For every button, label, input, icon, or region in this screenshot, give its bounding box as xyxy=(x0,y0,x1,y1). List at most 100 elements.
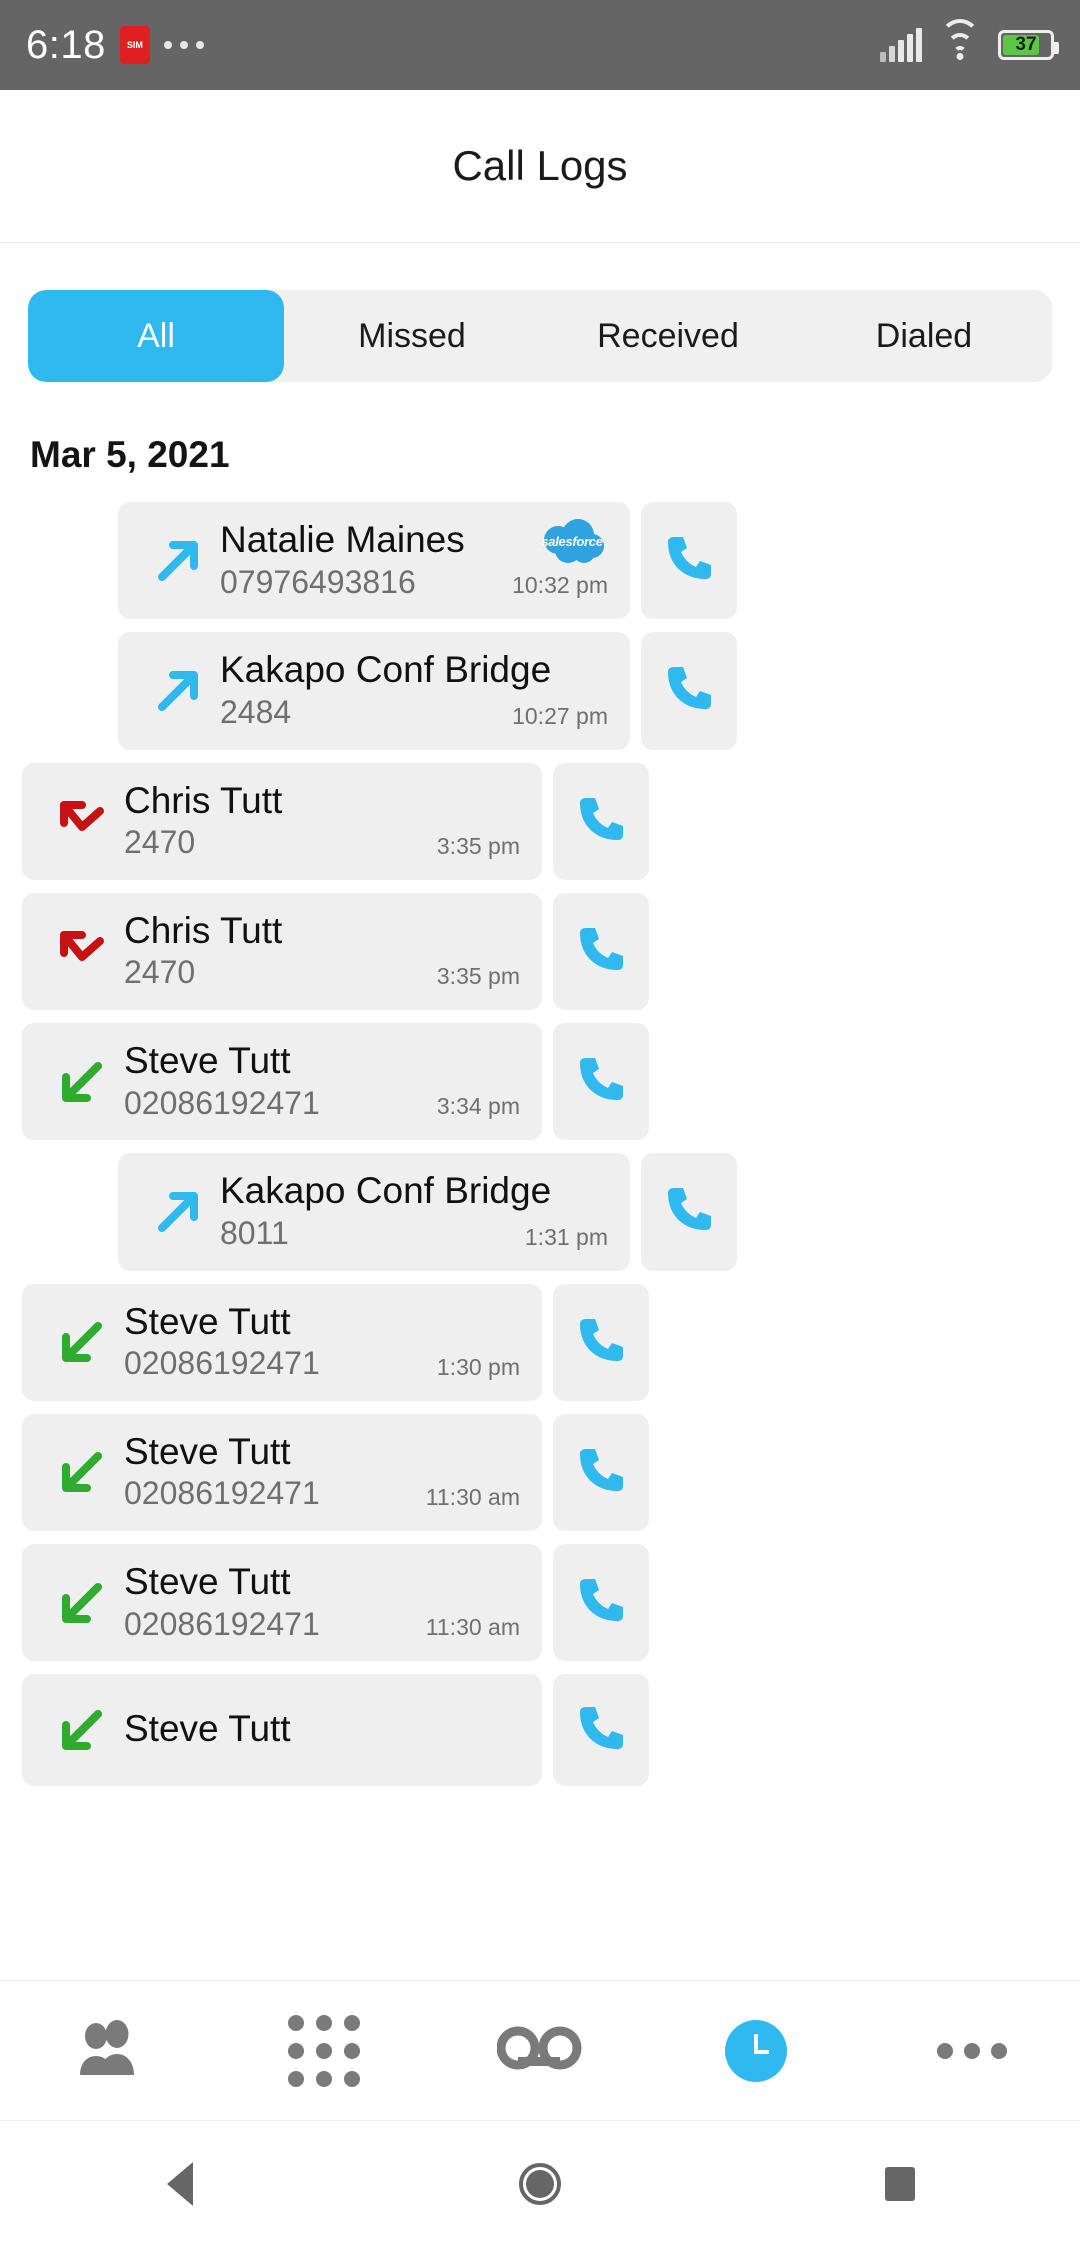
phone-number: 02086192471 xyxy=(124,1475,320,1512)
incoming-call-arrow-icon xyxy=(46,1310,118,1374)
call-entry-card[interactable]: Steve Tutt 02086192471 11:30 am xyxy=(22,1413,542,1531)
call-entry-meta: 2470 3:35 pm xyxy=(124,822,520,864)
phone-icon xyxy=(661,660,717,721)
call-entry-info: Steve Tutt 02086192471 1:30 pm xyxy=(118,1300,520,1385)
call-entry-card[interactable]: Kakapo Conf Bridge 8011 1:31 pm xyxy=(118,1153,630,1271)
incoming-call-arrow-icon xyxy=(46,1571,118,1635)
phone-icon xyxy=(573,791,629,852)
call-back-button[interactable] xyxy=(553,1544,649,1662)
call-time: 3:34 pm xyxy=(436,1093,520,1120)
nav-contacts[interactable] xyxy=(0,1981,216,2121)
phone-number: 2470 xyxy=(124,824,196,861)
call-entry-card[interactable]: Chris Tutt 2470 3:35 pm xyxy=(22,762,542,880)
contact-name: Kakapo Conf Bridge xyxy=(220,1170,552,1212)
outgoing-call-arrow-icon xyxy=(142,529,214,593)
call-entry-meta: 02086192471 3:34 pm xyxy=(124,1083,520,1125)
call-log-row[interactable]: Steve Tutt 02086192471 3:34 pm xyxy=(0,1023,1080,1141)
phone-number: 02086192471 xyxy=(124,1084,320,1121)
call-back-button[interactable] xyxy=(553,1674,649,1787)
nav-voicemail[interactable] xyxy=(432,1981,648,2121)
call-entry-card[interactable]: Steve Tutt 02086192471 3:34 pm xyxy=(22,1023,542,1141)
call-entry-info: Kakapo Conf Bridge 2484 10:27 pm xyxy=(214,648,608,733)
call-log-row[interactable]: Steve Tutt 02086192471 1:30 pm xyxy=(0,1283,1080,1401)
contact-name: Chris Tutt xyxy=(124,779,283,821)
contact-name: Natalie Maines xyxy=(220,519,465,560)
salesforce-badge-icon: salesforce xyxy=(534,516,610,568)
call-entry-meta: 2470 3:35 pm xyxy=(124,952,520,994)
phone-icon xyxy=(573,1572,629,1633)
tab-received[interactable]: Received xyxy=(540,290,796,382)
call-entry-meta: 02086192471 1:30 pm xyxy=(124,1343,520,1385)
call-back-button[interactable] xyxy=(641,1153,737,1271)
dialpad-icon xyxy=(288,2014,360,2087)
call-entry-card[interactable]: Steve Tutt 02086192471 11:30 am xyxy=(22,1544,542,1662)
contact-name: Steve Tutt xyxy=(124,1708,291,1750)
call-log-row[interactable]: Steve Tutt 02086192471 11:30 am xyxy=(0,1413,1080,1531)
back-icon xyxy=(167,2161,193,2206)
voicemail-icon xyxy=(496,2023,583,2078)
call-log-row[interactable]: Steve Tutt xyxy=(0,1674,1080,1787)
call-time: 10:27 pm xyxy=(512,702,608,729)
more-dots-icon xyxy=(163,41,204,49)
call-log-row[interactable]: Chris Tutt 2470 3:35 pm xyxy=(0,762,1080,880)
phone-icon xyxy=(573,1051,629,1112)
android-home-button[interactable] xyxy=(460,2121,620,2246)
call-back-button[interactable] xyxy=(641,502,737,620)
status-bar-left: 6:18 SIM xyxy=(26,23,204,68)
call-time: 10:32 pm xyxy=(512,572,608,599)
call-entry-info: Chris Tutt 2470 3:35 pm xyxy=(118,779,520,864)
call-time: 11:30 am xyxy=(425,1484,520,1511)
call-entry-card[interactable]: Chris Tutt 2470 3:35 pm xyxy=(22,892,542,1010)
call-entry-info: Steve Tutt 02086192471 11:30 am xyxy=(118,1430,520,1515)
call-log-row[interactable]: Kakapo Conf Bridge 8011 1:31 pm xyxy=(0,1153,1080,1271)
call-entry-meta: 02086192471 11:30 am xyxy=(124,1473,520,1515)
call-entry-card[interactable]: Kakapo Conf Bridge 2484 10:27 pm xyxy=(118,632,630,750)
call-log-row[interactable]: Steve Tutt 02086192471 11:30 am xyxy=(0,1544,1080,1662)
call-entry-info: Kakapo Conf Bridge 8011 1:31 pm xyxy=(214,1169,608,1254)
android-recents-button[interactable] xyxy=(820,2121,980,2246)
call-entry-info: Chris Tutt 2470 3:35 pm xyxy=(118,909,520,994)
status-bar: 6:18 SIM 37 xyxy=(0,0,1080,90)
incoming-call-arrow-icon xyxy=(46,1440,118,1504)
call-entry-info: Steve Tutt 02086192471 11:30 am xyxy=(118,1560,520,1645)
call-history-clock-icon xyxy=(725,2019,787,2082)
battery-percent-label: 37 xyxy=(1015,34,1037,55)
nav-dialpad[interactable] xyxy=(216,1981,432,2121)
call-back-button[interactable] xyxy=(553,1283,649,1401)
call-back-button[interactable] xyxy=(641,632,737,750)
tab-dialed[interactable]: Dialed xyxy=(796,290,1052,382)
call-back-button[interactable] xyxy=(553,892,649,1010)
missed-call-arrow-icon xyxy=(46,919,118,983)
call-log-row[interactable]: Natalie Maines 07976493816 10:32 pm salesfo… xyxy=(0,502,1080,620)
tab-missed[interactable]: Missed xyxy=(284,290,540,382)
call-entry-meta: 02086192471 11:30 am xyxy=(124,1604,520,1646)
call-entry-meta xyxy=(124,1751,520,1753)
contacts-icon xyxy=(77,2019,139,2082)
call-entry-card[interactable]: Natalie Maines 07976493816 10:32 pm salesfo… xyxy=(118,502,630,620)
date-section-header: Mar 5, 2021 xyxy=(30,434,230,475)
recents-icon xyxy=(885,2166,915,2201)
phone-number: 07976493816 xyxy=(220,563,416,600)
nav-call-history[interactable] xyxy=(648,1981,864,2121)
call-back-button[interactable] xyxy=(553,762,649,880)
call-time: 3:35 pm xyxy=(436,832,520,859)
outgoing-call-arrow-icon xyxy=(142,1180,214,1244)
android-back-button[interactable] xyxy=(100,2121,260,2246)
tab-all[interactable]: All xyxy=(28,290,284,382)
call-entry-info: Steve Tutt xyxy=(118,1707,520,1753)
call-entry-card[interactable]: Steve Tutt xyxy=(22,1674,542,1787)
contact-name: Steve Tutt xyxy=(124,1430,291,1472)
phone-icon xyxy=(573,1700,629,1761)
app-header: Call Logs xyxy=(0,90,1080,243)
call-back-button[interactable] xyxy=(553,1413,649,1531)
android-navigation-bar xyxy=(0,2120,1080,2246)
nav-more[interactable] xyxy=(864,1981,1080,2121)
phone-number: 2484 xyxy=(220,693,292,730)
call-log-row[interactable]: Kakapo Conf Bridge 2484 10:27 pm xyxy=(0,632,1080,750)
call-entry-card[interactable]: Steve Tutt 02086192471 1:30 pm xyxy=(22,1283,542,1401)
call-log-list[interactable]: Natalie Maines 07976493816 10:32 pm salesfo… xyxy=(0,502,1080,1980)
call-back-button[interactable] xyxy=(553,1023,649,1141)
contact-name: Steve Tutt xyxy=(124,1040,291,1081)
filter-tabs: All Missed Received Dialed xyxy=(28,290,1052,382)
call-log-row[interactable]: Chris Tutt 2470 3:35 pm xyxy=(0,892,1080,1010)
